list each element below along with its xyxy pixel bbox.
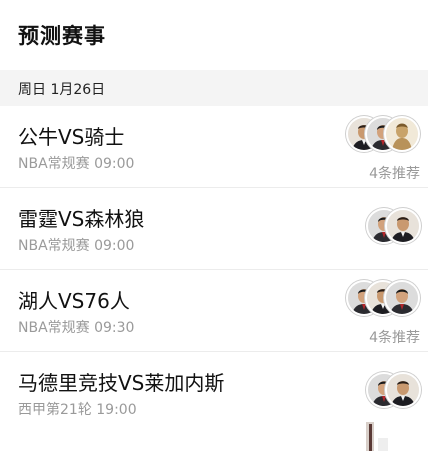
avatar-man-glasses-icon: [387, 374, 419, 406]
match-league-time: NBA常规赛 09:30: [18, 320, 135, 336]
recommendation-count: 4条推荐: [369, 330, 420, 346]
match-row-thunder-timberwolves[interactable]: 雷霆VS森林狼 NBA常规赛 09:00: [0, 188, 428, 270]
match-league-time: 西甲第21轮 19:00: [18, 402, 137, 418]
expert-avatar: [385, 372, 421, 408]
match-title: 公牛VS骑士: [18, 125, 125, 149]
avatar-man-glasses-icon: [387, 210, 419, 242]
date-section-header: 周日 1月26日: [0, 70, 428, 106]
partial-avatar-icon: [366, 422, 388, 451]
match-row-lakers-76ers[interactable]: 湖人VS76人 NBA常规赛 09:30 4条推荐: [0, 270, 428, 352]
partial-avatar-image: [352, 408, 388, 451]
avatar-man-suit-icon: [386, 282, 418, 314]
expert-avatars: [346, 116, 420, 152]
expert-avatar: [384, 116, 420, 152]
match-list: 公牛VS骑士 NBA常规赛 09:00 4条推荐 雷霆VS森林狼 NBA常规赛 …: [0, 106, 428, 433]
expert-avatars: [346, 280, 420, 316]
app-screen: 预测赛事 周日 1月26日 公牛VS骑士 NBA常规赛 09:00 4条推荐 雷…: [0, 0, 428, 451]
expert-avatar: [384, 280, 420, 316]
page-header: 预测赛事: [0, 0, 428, 70]
match-title: 雷霆VS森林狼: [18, 207, 145, 231]
match-league-time: NBA常规赛 09:00: [18, 156, 135, 172]
match-row-bulls-cavaliers[interactable]: 公牛VS骑士 NBA常规赛 09:00 4条推荐: [0, 106, 428, 188]
expert-avatars: [366, 208, 421, 244]
expert-avatars: [366, 372, 421, 408]
recommendation-count: 4条推荐: [369, 166, 420, 182]
page-title: 预测赛事: [18, 24, 106, 48]
match-title: 马德里竞技VS莱加内斯: [18, 371, 225, 395]
date-label: 周日 1月26日: [18, 82, 106, 98]
match-league-time: NBA常规赛 09:00: [18, 238, 135, 254]
match-title: 湖人VS76人: [18, 289, 130, 313]
expert-avatar: [385, 208, 421, 244]
avatar-gold-figure-icon: [386, 118, 418, 150]
